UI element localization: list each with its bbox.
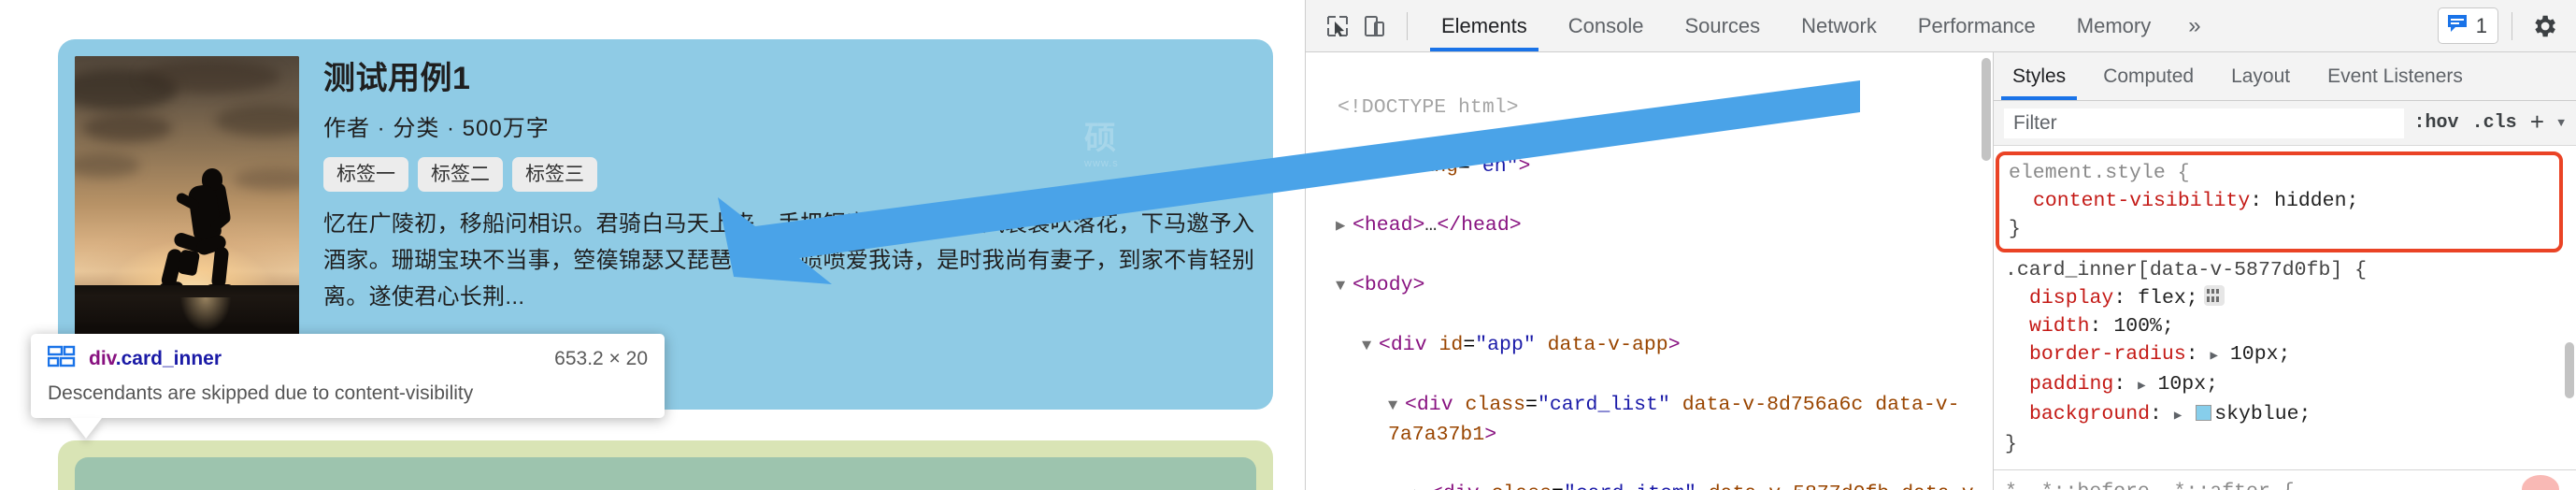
tab-computed[interactable]: Computed: [2084, 52, 2212, 100]
styles-toggle-group: :hov .cls + ▼: [2414, 109, 2569, 137]
declaration-width[interactable]: width: 100%;: [2005, 312, 2565, 340]
styles-rules-list: element.style { content-visibility: hidd…: [1994, 146, 2576, 490]
device-toolbar-icon[interactable]: [1356, 7, 1394, 45]
declaration-value[interactable]: 10px;: [2230, 343, 2291, 366]
declaration-display[interactable]: display: flex;: [2005, 284, 2565, 312]
card-description: 忆在广陵初，移船问相识。君骑白马天上来，手把铜章好颜色。东风袅袅吹落花，下马邀予…: [323, 210, 1255, 310]
dom-line-head[interactable]: <head>…</head>: [1321, 211, 1993, 242]
flex-badge-icon[interactable]: [2203, 285, 2225, 306]
tag-chip-2[interactable]: 标签二: [418, 156, 503, 192]
dom-line-doctype[interactable]: <!DOCTYPE html>: [1321, 94, 1993, 123]
expand-arrow-icon[interactable]: ▶: [2211, 349, 2218, 364]
rule-selector-universal[interactable]: *, *::before, *::after {: [2005, 478, 2565, 490]
card-meta: 作者 · 分类 · 500万字: [323, 115, 550, 141]
expand-arrow-icon[interactable]: ▶: [2174, 409, 2182, 424]
expand-arrow-icon[interactable]: ▶: [2138, 379, 2145, 394]
dom-line-html[interactable]: <html lang="en">: [1321, 152, 1993, 182]
new-style-rule-button[interactable]: +: [2530, 109, 2545, 137]
declaration-background[interactable]: background: ▶ skyblue;: [2005, 400, 2565, 430]
declaration-property[interactable]: content-visibility: [2033, 190, 2250, 212]
tooltip-selector-tag: div: [89, 347, 116, 369]
declaration-property[interactable]: display: [2029, 287, 2113, 310]
styles-filter-input[interactable]: Filter: [2003, 107, 2405, 139]
declaration-border-radius[interactable]: border-radius: ▶ 10px;: [2005, 340, 2565, 370]
dom-line-app[interactable]: <div id="app" data-v-app>: [1321, 331, 1993, 362]
cloud-shape: [82, 114, 172, 142]
dom-line-card-item-1[interactable]: <div class="card_item" data-v-5877d0fb d…: [1321, 480, 1993, 490]
devtools-body: <!DOCTYPE html> <html lang="en"> <head>……: [1306, 52, 2576, 490]
tab-styles[interactable]: Styles: [1994, 52, 2084, 100]
declaration-value[interactable]: hidden;: [2274, 190, 2358, 212]
declaration-property[interactable]: background: [2029, 403, 2150, 425]
declaration-content-visibility[interactable]: content-visibility: hidden;: [2009, 187, 2550, 215]
dom-tree-pane[interactable]: <!DOCTYPE html> <html lang="en"> <head>……: [1306, 52, 1993, 490]
highlight-content-band: [75, 457, 1256, 490]
devtools-panel: Elements Console Sources Network Perform…: [1305, 0, 2576, 490]
tooltip-note: Descendants are skipped due to content-v…: [48, 382, 474, 404]
card-tags: 标签一 标签二 标签三: [323, 156, 1256, 192]
tab-memory[interactable]: Memory: [2056, 0, 2171, 51]
declaration-property[interactable]: padding: [2029, 373, 2113, 396]
rule-selector-element-style[interactable]: element.style {: [2009, 159, 2550, 187]
inspect-cursor-icon[interactable]: [1319, 7, 1356, 45]
tab-performance[interactable]: Performance: [1897, 0, 2056, 51]
element-inspect-tooltip: div.card_inner 653.2 × 20 Descendants ar…: [31, 334, 665, 439]
dom-line-card-list[interactable]: <div class="card_list" data-v-8d756a6c d…: [1321, 391, 1993, 451]
tab-event-listeners[interactable]: Event Listeners: [2309, 52, 2482, 100]
styles-sidebar: Styles Computed Layout Event Listeners F…: [1993, 52, 2576, 490]
rule-close-brace-1: }: [2005, 433, 2017, 455]
declaration-value[interactable]: flex;: [2138, 287, 2198, 310]
style-rule-element-style[interactable]: element.style { content-visibility: hidd…: [1996, 151, 2563, 252]
page-viewport: 测试用例1 作者 · 分类 · 500万字 标签一 标签二 标签三 忆在广陵初，…: [0, 0, 1305, 490]
style-rule-universal[interactable]: *, *::before, *::after {: [1994, 469, 2576, 490]
declaration-value[interactable]: skyblue;: [2214, 403, 2311, 425]
tooltip-selector: div.card_inner: [89, 348, 222, 370]
element-highlight-overlay: [58, 440, 1273, 490]
declaration-value[interactable]: 10px;: [2157, 373, 2218, 396]
chevron-down-icon[interactable]: ▼: [2557, 116, 2565, 130]
tag-chip-1[interactable]: 标签一: [323, 156, 408, 192]
rule-close-brace-0: }: [2009, 218, 2021, 240]
dom-tree-scrollbar[interactable]: [1982, 58, 1991, 161]
tab-sources[interactable]: Sources: [1664, 0, 1781, 51]
toolbar-divider: [1407, 11, 1408, 40]
dom-tree-code: <!DOCTYPE html> <html lang="en"> <head>……: [1306, 64, 1993, 490]
color-swatch[interactable]: [2196, 405, 2212, 421]
declaration-property[interactable]: border-radius: [2029, 343, 2186, 366]
tooltip-header-row: div.card_inner 653.2 × 20: [47, 345, 648, 372]
styles-filter-bar: Filter :hov .cls + ▼: [1994, 101, 2576, 146]
card-title: 测试用例1: [323, 61, 471, 96]
dom-line-body[interactable]: <body>: [1321, 271, 1993, 302]
more-tabs-icon[interactable]: »: [2171, 0, 2217, 51]
tooltip-dimensions: 653.2 × 20: [554, 347, 648, 369]
flex-badge-icon: [47, 345, 76, 372]
tooltip-pointer: [70, 418, 102, 439]
cloud-shape: [140, 60, 280, 94]
message-count-button[interactable]: 1: [2437, 7, 2498, 44]
message-count: 1: [2475, 13, 2487, 37]
cls-toggle[interactable]: .cls: [2472, 112, 2517, 134]
devtools-toolbar: Elements Console Sources Network Perform…: [1306, 0, 2576, 52]
message-icon: [2446, 12, 2469, 39]
style-rule-card-inner[interactable]: .card_inner[data-v-5877d0fb] { display: …: [1994, 254, 2576, 464]
screenshot-root: 测试用例1 作者 · 分类 · 500万字 标签一 标签二 标签三 忆在广陵初，…: [0, 0, 2576, 490]
rule-selector-card-inner[interactable]: .card_inner[data-v-5877d0fb] {: [2005, 256, 2565, 284]
tooltip-selector-class: .card_inner: [115, 347, 222, 369]
tab-network[interactable]: Network: [1781, 0, 1897, 51]
tab-layout[interactable]: Layout: [2212, 52, 2309, 100]
gear-icon[interactable]: [2526, 7, 2563, 45]
tab-console[interactable]: Console: [1548, 0, 1665, 51]
hov-toggle[interactable]: :hov: [2414, 112, 2459, 134]
declaration-value[interactable]: 100%;: [2113, 315, 2174, 338]
declaration-padding[interactable]: padding: ▶ 10px;: [2005, 370, 2565, 400]
declaration-property[interactable]: width: [2029, 315, 2090, 338]
devtools-tablist: Elements Console Sources Network Perform…: [1421, 0, 2218, 51]
toolbar-right-group: 1: [2437, 7, 2563, 45]
styles-scrollbar[interactable]: [2565, 342, 2574, 398]
styles-tablist: Styles Computed Layout Event Listeners: [1994, 52, 2576, 101]
tab-elements[interactable]: Elements: [1421, 0, 1548, 51]
tag-chip-3[interactable]: 标签三: [512, 156, 597, 192]
